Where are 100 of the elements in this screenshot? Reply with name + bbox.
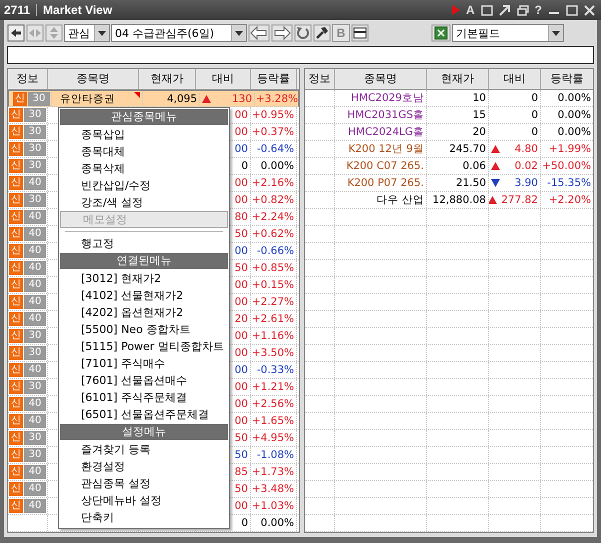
menu-item[interactable]: [7601] 선물옵션매수 — [59, 372, 229, 389]
menu-item[interactable]: [5500] Neo 종합차트 — [59, 321, 229, 338]
column-header[interactable]: 대비 — [489, 69, 541, 89]
rate-cell: +1.03% — [252, 500, 294, 512]
rate-cell: +0.15% — [252, 279, 294, 291]
window-code: 2711 — [4, 3, 30, 17]
column-header[interactable]: 등락률 — [541, 69, 593, 89]
rate-cell: +0.95% — [252, 109, 294, 121]
new-badge: 신 — [9, 193, 23, 207]
new-badge: 신 — [9, 278, 23, 292]
new-badge: 신 — [9, 499, 23, 513]
refresh-icon[interactable] — [294, 24, 312, 42]
level-tag: 30 — [24, 380, 46, 394]
input-field[interactable] — [7, 46, 594, 64]
column-header[interactable]: 현재가 — [427, 69, 489, 89]
rate-cell: +2.27% — [252, 296, 294, 308]
change-cell: 50 — [234, 432, 248, 444]
selected-row[interactable]: 신 30 유안타증권 4,095 130 +3.28% — [8, 90, 299, 107]
level-tag: 30 — [24, 193, 46, 207]
arrow-box-icon[interactable] — [7, 24, 25, 42]
arrow-icon[interactable] — [498, 4, 511, 16]
menu-item[interactable]: [4102] 선물현재가2 — [59, 287, 229, 304]
change-cell: 20 — [234, 313, 248, 325]
rate-cell: 0.00% — [558, 126, 591, 138]
menu-item[interactable]: [6101] 주식주문체결 — [59, 389, 229, 406]
rate-cell: +2.61% — [252, 313, 294, 325]
hammer-icon[interactable] — [313, 24, 331, 42]
price-cell: 15 — [472, 109, 486, 121]
column-header[interactable]: 등락률 — [251, 69, 297, 89]
menu-item[interactable]: 즐겨찾기 등록 — [59, 441, 229, 458]
list-dropdown[interactable]: 04 수급관심주(6일) — [111, 24, 247, 42]
level-tag: 30 — [24, 108, 46, 122]
change-cell: 130 — [232, 92, 252, 104]
window-icon[interactable] — [480, 4, 493, 16]
level-tag: 30 — [28, 92, 50, 106]
menu-item[interactable]: [3012] 현재가2 — [59, 270, 229, 287]
new-badge: 신 — [9, 414, 23, 428]
level-tag: 40 — [24, 482, 46, 496]
help-button[interactable]: ? — [534, 3, 542, 17]
rate-cell: +0.37% — [252, 126, 294, 138]
caret-icon[interactable] — [548, 25, 563, 41]
field-dropdown[interactable]: 기본필드 — [452, 24, 564, 42]
new-badge: 신 — [9, 329, 23, 343]
stock-name: 다우 산업 — [376, 193, 424, 207]
new-badge: 신 — [9, 261, 23, 275]
new-badge: 신 — [9, 227, 23, 241]
menu-item[interactable]: 종목대체 — [59, 143, 229, 160]
change-cell: 00 — [234, 347, 248, 359]
menu-section-header: 관심종목메뉴 — [60, 109, 228, 125]
column-header[interactable]: 현재가 — [139, 69, 196, 89]
rate-cell: +0.82% — [252, 194, 294, 206]
menu-item[interactable]: 상단메뉴바 설정 — [59, 492, 229, 509]
restore-icon[interactable] — [516, 4, 529, 16]
card-icon[interactable] — [351, 24, 369, 42]
close-icon[interactable] — [584, 4, 595, 16]
level-tag: 30 — [24, 346, 46, 360]
menu-item[interactable]: 단축키 — [59, 509, 229, 526]
stock-name: K200 P07 265. — [347, 177, 424, 189]
change-cell: 0 — [531, 92, 538, 104]
price-cell: 20 — [472, 126, 486, 138]
group-dropdown[interactable]: 관심 — [64, 24, 110, 42]
change-cell: 00 — [234, 194, 248, 206]
change-cell: 3.90 — [514, 177, 538, 189]
maximize-icon[interactable] — [566, 4, 578, 16]
stock-name: K200 C07 265. — [346, 160, 424, 172]
menu-item[interactable]: 빈칸삽입/수정 — [59, 177, 229, 194]
menu-item[interactable]: [4202] 옵션현재가2 — [59, 304, 229, 321]
menu-item[interactable]: 행고정 — [59, 235, 229, 252]
rate-cell: +2.56% — [252, 398, 294, 410]
stock-name: 유안타증권 — [60, 92, 115, 106]
change-cell: 0 — [531, 126, 538, 138]
column-header[interactable]: 정보 — [305, 69, 335, 89]
price-cell: 21.50 — [456, 177, 486, 189]
rate-cell: 0.00% — [558, 109, 591, 121]
price-cell: 10 — [472, 92, 486, 104]
menu-item[interactable]: [6501] 선물옵션주문체결 — [59, 406, 229, 423]
level-tag: 40 — [24, 414, 46, 428]
menu-item[interactable]: 종목삽입 — [59, 126, 229, 143]
caret-icon[interactable] — [94, 25, 109, 41]
menu-item[interactable]: 종목삭제 — [59, 160, 229, 177]
spreadsheet-icon[interactable] — [431, 24, 451, 42]
level-tag: 30 — [24, 159, 46, 173]
new-badge: 신 — [9, 108, 23, 122]
font-button[interactable]: A — [466, 3, 475, 17]
new-badge: 신 — [9, 431, 23, 445]
level-tag: 40 — [24, 465, 46, 479]
new-badge: 신 — [9, 380, 23, 394]
menu-item[interactable]: [5115] Power 멀티종합차트 — [59, 338, 229, 355]
change-cell: 50 — [234, 449, 248, 461]
change-cell: 0 — [531, 109, 538, 121]
caret-icon[interactable] — [231, 25, 246, 41]
column-header[interactable]: 종목명 — [335, 69, 427, 89]
column-header[interactable]: 종목명 — [48, 69, 139, 89]
menu-item[interactable]: 환경설정 — [59, 458, 229, 475]
column-header[interactable]: 대비 — [196, 69, 251, 89]
column-header[interactable]: 정보 — [8, 69, 48, 89]
stock-name: K200 12년 9월 — [348, 142, 424, 156]
menu-item[interactable]: 관심종목 설정 — [59, 475, 229, 492]
menu-item[interactable]: [7101] 주식매수 — [59, 355, 229, 372]
menu-item[interactable]: 강조/색 설정 — [59, 194, 229, 211]
